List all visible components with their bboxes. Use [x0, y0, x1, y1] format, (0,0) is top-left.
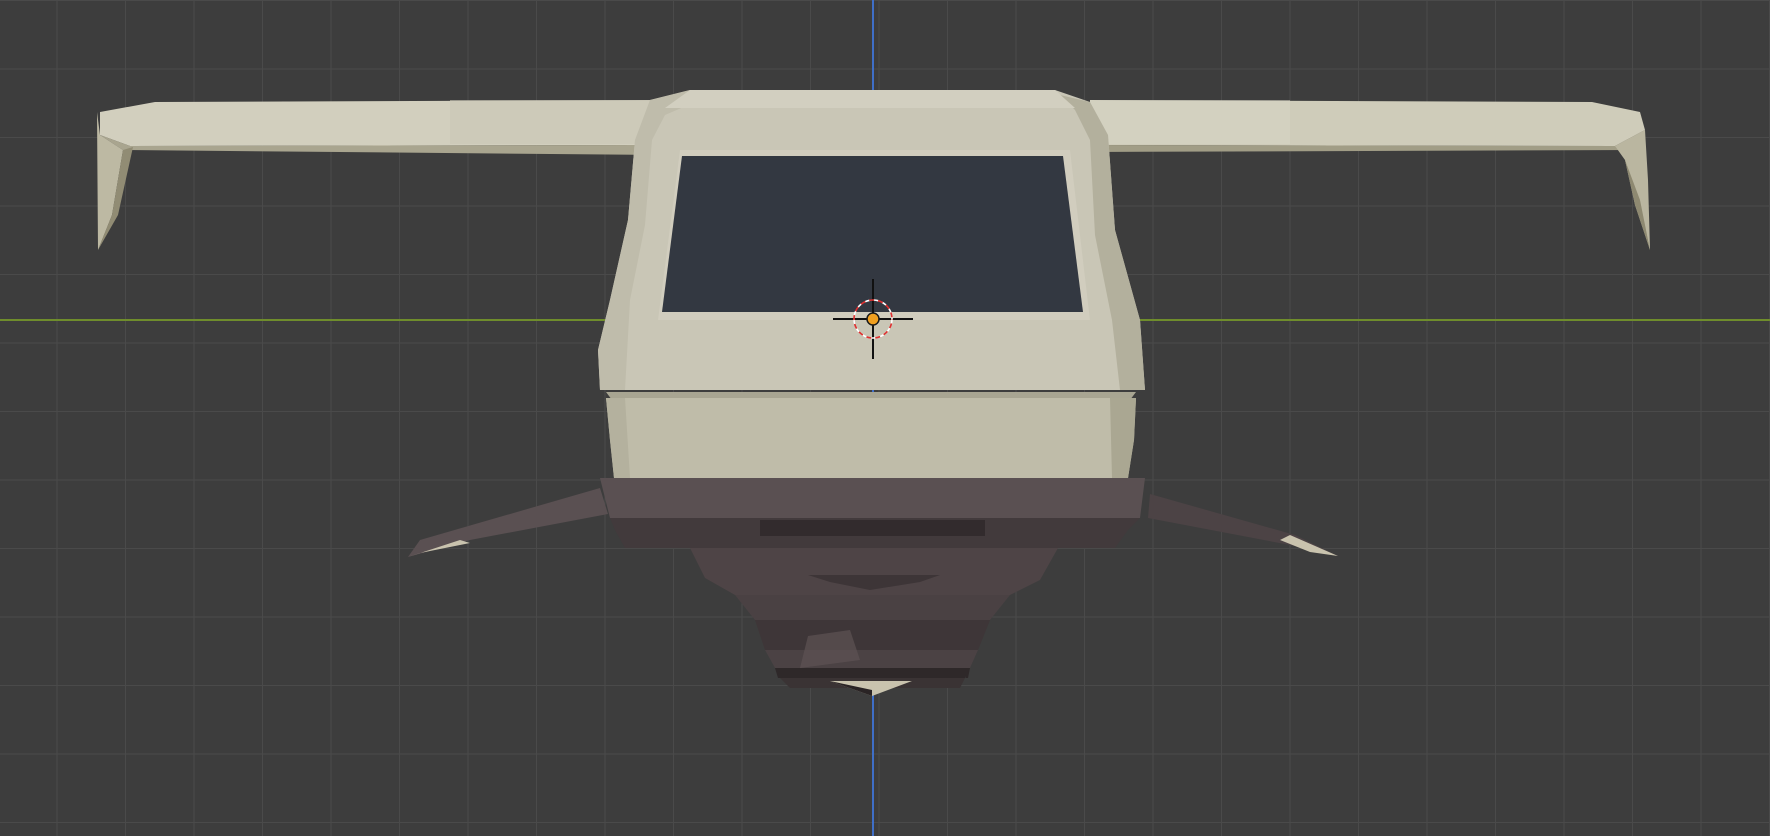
lower-body — [690, 548, 1058, 688]
spaceship-model[interactable] — [0, 0, 1770, 836]
base-band — [600, 478, 1145, 548]
left-lower-fin — [408, 488, 608, 557]
right-lower-fin — [1148, 494, 1338, 556]
right-wing — [1090, 100, 1650, 250]
3d-viewport[interactable] — [0, 0, 1770, 836]
hull-lower — [606, 392, 1136, 478]
left-wing — [97, 100, 660, 250]
object-origin-point[interactable] — [866, 312, 880, 326]
